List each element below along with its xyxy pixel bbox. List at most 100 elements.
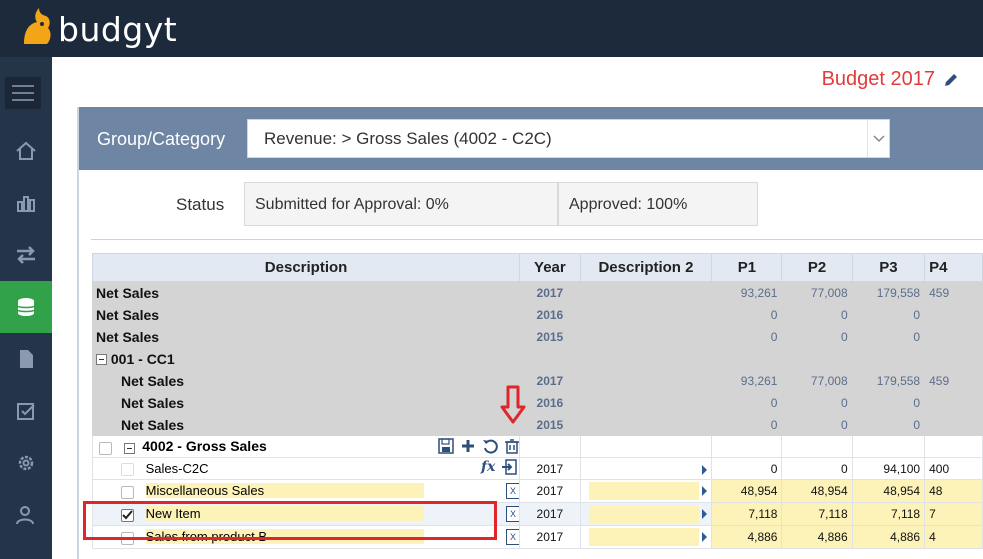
column-header-p1[interactable]: P1 xyxy=(711,253,783,282)
sidebar-item-transfers[interactable] xyxy=(0,229,52,281)
row-year: 2017 xyxy=(519,281,581,304)
row-p1[interactable]: 4,886 xyxy=(711,525,783,549)
row-p4 xyxy=(924,413,983,436)
table-row: Net Sales 2015 0 0 0 xyxy=(91,325,983,348)
row-description: Sales-C2C xyxy=(145,460,209,476)
row-p4: 459 xyxy=(924,281,983,304)
sidebar-item-home[interactable] xyxy=(0,125,52,177)
row-p1[interactable]: 48,954 xyxy=(711,479,783,503)
table-row: Net Sales 2017 93,261 77,008 179,558 459 xyxy=(91,369,983,392)
sidebar-item-approvals[interactable] xyxy=(0,385,52,437)
users-icon xyxy=(16,506,34,525)
top-bar: budgyt xyxy=(0,0,983,57)
sidebar-item-data[interactable] xyxy=(0,281,62,333)
trash-icon[interactable] xyxy=(504,438,520,454)
row-description2[interactable] xyxy=(579,525,713,549)
row-p1: 93,261 xyxy=(711,281,783,304)
sidebar-item-users[interactable] xyxy=(0,489,52,541)
status-approved: Approved: 100% xyxy=(558,182,758,226)
group-category-bar: Group/Category Revenue: > Gross Sales (4… xyxy=(79,107,983,170)
group-category-select[interactable]: Revenue: > Gross Sales (4002 - C2C) xyxy=(247,119,890,158)
column-header-year[interactable]: Year xyxy=(519,253,581,282)
plus-icon[interactable] xyxy=(460,438,476,454)
sidebar-item-reports[interactable] xyxy=(0,177,52,229)
row-description: Net Sales xyxy=(91,325,521,348)
excel-icon[interactable]: X xyxy=(506,506,519,522)
row-p1[interactable]: 7,118 xyxy=(711,502,783,526)
row-p2: 0 xyxy=(781,303,853,326)
expand-arrow-icon[interactable] xyxy=(702,532,708,542)
row-description2[interactable] xyxy=(579,502,713,526)
row-p2[interactable]: 7,118 xyxy=(781,502,853,526)
table-row-group: 4002 - Gross Sales xyxy=(91,435,983,458)
expand-arrow-icon[interactable] xyxy=(702,509,708,519)
row-p4[interactable]: 400 xyxy=(924,457,983,480)
expand-arrow-icon[interactable] xyxy=(702,464,708,475)
group-row-cc1: 001 - CC1 xyxy=(91,347,521,370)
document-icon xyxy=(20,350,33,368)
row-description2[interactable] xyxy=(579,457,713,480)
row-p2[interactable]: 48,954 xyxy=(781,479,853,503)
column-header-p3[interactable]: P3 xyxy=(851,253,926,282)
row-p4[interactable]: 7 xyxy=(924,502,983,526)
row-p3[interactable]: 94,100 xyxy=(851,457,926,480)
row-p3: 0 xyxy=(851,413,926,436)
row-description[interactable]: Miscellaneous Sales xyxy=(145,483,424,499)
sidebar xyxy=(0,57,62,559)
row-p2: 77,008 xyxy=(781,369,853,392)
menu-button[interactable] xyxy=(5,77,41,109)
row-description: Net Sales xyxy=(91,391,521,414)
row-p3[interactable]: 7,118 xyxy=(851,502,926,526)
row-year: 2016 xyxy=(519,303,581,326)
row-year: 2016 xyxy=(519,391,581,414)
row-p1: 0 xyxy=(711,413,783,436)
fx-icon[interactable]: fx xyxy=(481,459,495,475)
column-header-description2[interactable]: Description 2 xyxy=(579,253,713,282)
row-p1[interactable]: 0 xyxy=(711,457,783,480)
row-description2[interactable] xyxy=(579,479,713,503)
row-year[interactable]: 2017 xyxy=(519,479,581,503)
row-description: Net Sales xyxy=(91,369,521,392)
table-row: Net Sales 2016 0 0 0 xyxy=(91,391,983,414)
row-checkbox[interactable] xyxy=(99,441,112,455)
excel-icon[interactable]: X xyxy=(506,529,519,545)
row-checkbox[interactable] xyxy=(121,485,134,499)
row-p2: 0 xyxy=(781,391,853,414)
import-icon[interactable] xyxy=(501,459,518,475)
expand-arrow-icon[interactable] xyxy=(702,486,708,496)
row-description2 xyxy=(579,303,713,326)
row-p4[interactable]: 48 xyxy=(924,479,983,503)
save-icon[interactable] xyxy=(438,438,454,454)
collapse-icon[interactable] xyxy=(96,354,107,366)
row-p3[interactable]: 48,954 xyxy=(851,479,926,503)
row-p2[interactable]: 4,886 xyxy=(781,525,853,549)
row-description2 xyxy=(579,369,713,392)
sidebar-item-settings[interactable] xyxy=(0,437,52,489)
row-p2[interactable]: 0 xyxy=(781,457,853,480)
row-year[interactable]: 2017 xyxy=(519,457,581,480)
row-year[interactable]: 2017 xyxy=(519,525,581,549)
chevron-down-icon[interactable] xyxy=(867,120,889,157)
excel-icon[interactable]: X xyxy=(506,483,519,499)
budget-title[interactable]: Budget 2017 xyxy=(822,68,959,91)
row-p4[interactable]: 4 xyxy=(924,525,983,549)
collapse-icon[interactable] xyxy=(123,442,135,454)
menu-icon xyxy=(12,85,34,101)
row-description2 xyxy=(579,325,713,348)
column-header-p4[interactable]: P4 xyxy=(924,253,983,282)
sidebar-item-documents[interactable] xyxy=(0,333,52,385)
row-p3: 0 xyxy=(851,325,926,348)
row-p4 xyxy=(924,303,983,326)
app-name: budgyt xyxy=(58,10,178,49)
row-p1: 93,261 xyxy=(711,369,783,392)
pencil-icon[interactable] xyxy=(943,72,959,88)
row-p3[interactable]: 4,886 xyxy=(851,525,926,549)
column-header-description[interactable]: Description xyxy=(91,253,521,282)
row-p3: 0 xyxy=(851,303,926,326)
column-header-p2[interactable]: P2 xyxy=(781,253,853,282)
row-year[interactable]: 2017 xyxy=(519,502,581,526)
row-checkbox[interactable] xyxy=(121,463,134,477)
row-description: Net Sales xyxy=(91,413,521,436)
row-description2 xyxy=(579,281,713,304)
undo-icon[interactable] xyxy=(482,438,498,454)
